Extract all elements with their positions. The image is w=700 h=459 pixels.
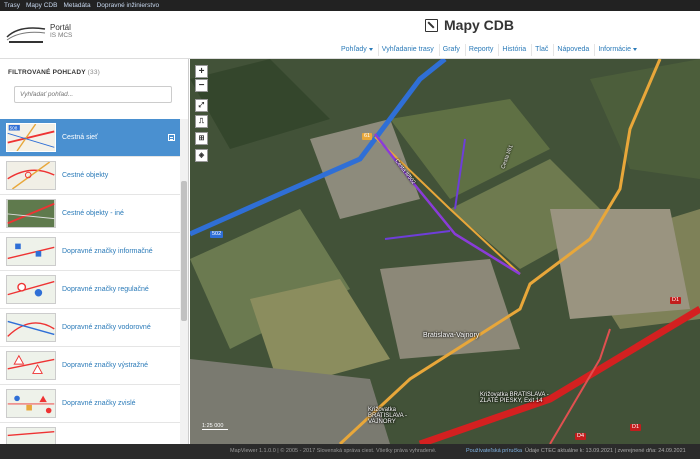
sidebar-scrollbar[interactable] — [180, 119, 188, 444]
top-nav-bar: Trasy Mapy CDB Metadáta Dopravné inžinie… — [0, 0, 700, 11]
view-item-cestne-objekty[interactable]: Cestné objekty — [0, 157, 180, 195]
view-thumbnail — [6, 161, 56, 190]
view-item-dopravne-znacky-zvisle[interactable]: Dopravné značky zvislé — [0, 385, 180, 423]
road-badge-d4: D4 — [575, 433, 587, 440]
app-title: Mapy CDB — [425, 17, 514, 33]
app-header: Portál IS MCS Mapy CDB Pohľady Vyhľadani… — [0, 11, 700, 59]
map-label-junction-zlate-piesky: Križovatka BRATISLAVA - ZLATÉ PIESKY, Ex… — [480, 392, 549, 404]
map-scale: 1:25 000 — [202, 423, 228, 430]
zoom-out-button[interactable]: − — [195, 79, 208, 92]
menu-informacie[interactable]: Informácie — [594, 44, 640, 56]
main-menu: Pohľady Vyhľadanie trasy Grafy Reporty H… — [338, 44, 640, 56]
menu-grafy[interactable]: Grafy — [438, 44, 463, 56]
view-thumbnail — [6, 275, 56, 304]
selection-icon[interactable]: ⊞ — [195, 132, 208, 145]
menu-tlac[interactable]: Tlač — [531, 44, 551, 56]
menu-napoveda[interactable]: Nápoveda — [553, 44, 592, 56]
road-number-badge: 508 — [10, 126, 18, 131]
view-thumbnail — [6, 389, 56, 418]
filtered-views-heading: FILTROVANÉ POHĽADY (33) — [8, 69, 101, 76]
road-badge-d1: D1 — [670, 297, 682, 304]
map-label-town: Bratislava-Vajnory — [423, 332, 480, 339]
portal-subtitle: IS MCS — [50, 32, 73, 39]
fullscreen-icon[interactable]: ⤢ — [195, 99, 208, 112]
map-view[interactable]: + − ⤢ ⎍ ⊞ ◈ Bratislava-Vajnory Križovatk… — [190, 59, 700, 444]
menu-historia[interactable]: História — [498, 44, 529, 56]
footer-copyright: MapViewer 1.1.0.0 | © 2005 - 2017 Sloven… — [230, 448, 437, 454]
measure-icon[interactable]: ⎍ — [195, 115, 208, 128]
view-thumbnail: 508 — [6, 123, 56, 152]
layers-icon[interactable]: ◈ — [195, 149, 208, 162]
top-nav-metadata[interactable]: Metadáta — [63, 2, 90, 9]
footer: MapViewer 1.1.0.0 | © 2005 - 2017 Sloven… — [0, 444, 700, 459]
view-options-icon[interactable] — [168, 134, 175, 141]
menu-vyhladanie-trasy[interactable]: Vyhľadanie trasy — [377, 44, 437, 56]
zoom-in-button[interactable]: + — [195, 65, 208, 78]
view-item-dopravne-znacky-informacne[interactable]: Dopravné značky informačné — [0, 233, 180, 271]
map-app-icon — [425, 18, 438, 32]
chevron-down-icon — [368, 47, 373, 51]
ssc-logo[interactable] — [5, 21, 47, 47]
view-item-label: Cestná sieť — [62, 134, 98, 141]
view-item-dopravne-znacky-vodorovne[interactable]: Dopravné značky vodorovné — [0, 309, 180, 347]
view-item-partial[interactable] — [0, 423, 180, 444]
top-nav-mapy-cdb[interactable]: Mapy CDB — [26, 2, 57, 9]
view-item-label: Dopravné značky zvislé — [62, 400, 136, 407]
portal-title: Portál — [50, 23, 71, 32]
view-item-dopravne-znacky-regulacne[interactable]: Dopravné značky regulačné — [0, 271, 180, 309]
view-thumbnail — [6, 351, 56, 380]
top-nav-dopravne-inzinierstvo[interactable]: Dopravné inžinierstvo — [97, 2, 160, 9]
view-list: 508 Cestná sieť Cestné objekty Cestné ob… — [0, 119, 180, 444]
view-item-label: Cestné objekty — [62, 172, 109, 179]
scrollbar-thumb[interactable] — [181, 181, 187, 321]
view-item-cestna-siet[interactable]: 508 Cestná sieť — [0, 119, 180, 157]
view-item-label: Cestné objekty - iné — [62, 210, 124, 217]
view-item-dopravne-znacky-vystrazne[interactable]: Dopravné značky výstražné — [0, 347, 180, 385]
view-thumbnail — [6, 313, 56, 342]
menu-pohlady[interactable]: Pohľady — [338, 44, 376, 56]
views-sidebar: FILTROVANÉ POHĽADY (33) 508 Cestná sieť — [0, 59, 189, 444]
view-thumbnail — [6, 427, 56, 444]
view-item-label: Dopravné značky informačné — [62, 248, 153, 255]
user-guide-link[interactable]: Používateľská príručka — [466, 444, 522, 459]
data-status: Údaje CTEC aktuálne k: 13.09.2021 | zver… — [525, 448, 686, 454]
view-thumbnail — [6, 237, 56, 266]
view-search-input[interactable] — [14, 86, 172, 103]
road-badge-61: 61 — [362, 133, 373, 140]
view-thumbnail — [6, 199, 56, 228]
road-badge-502: 502 — [210, 231, 224, 238]
chevron-down-icon — [633, 47, 637, 51]
map-canvas — [190, 59, 700, 444]
view-item-cestne-objekty-ine[interactable]: Cestné objekty - iné — [0, 195, 180, 233]
road-badge-d1-2: D1 — [630, 424, 642, 431]
menu-reporty[interactable]: Reporty — [464, 44, 497, 56]
view-item-label: Dopravné značky vodorovné — [62, 324, 151, 331]
view-item-label: Dopravné značky výstražné — [62, 362, 148, 369]
view-item-label: Dopravné značky regulačné — [62, 286, 149, 293]
views-count: (33) — [87, 69, 101, 76]
map-label-junction-vajnory: Križovatka BRATISLAVA - VAJNORY — [368, 407, 408, 425]
app-title-text: Mapy CDB — [444, 17, 515, 33]
top-nav-trasy[interactable]: Trasy — [4, 2, 20, 9]
